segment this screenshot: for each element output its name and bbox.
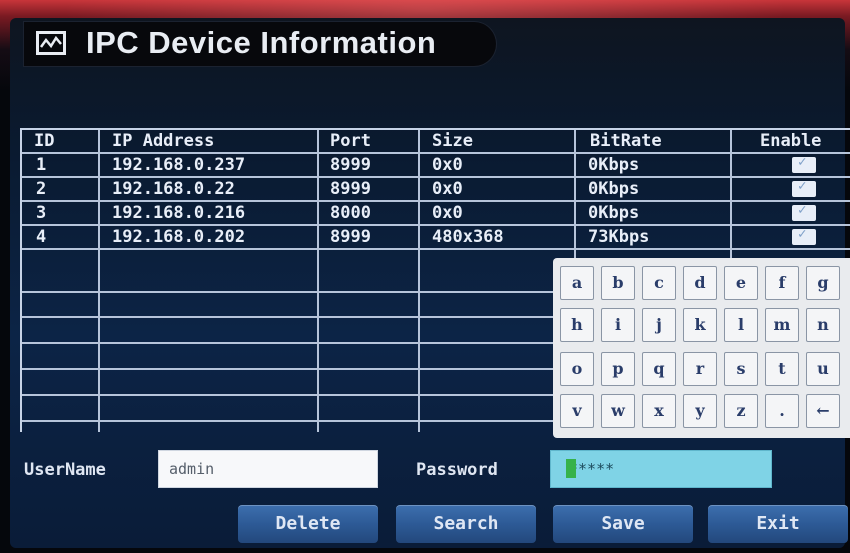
key-h[interactable]: h	[560, 308, 594, 342]
key-c[interactable]: c	[642, 266, 676, 300]
enable-checkbox[interactable]: ✓	[792, 202, 816, 221]
header-port: Port	[330, 131, 371, 151]
key-y[interactable]: y	[683, 394, 717, 428]
header-bitrate: BitRate	[590, 131, 662, 151]
save-button[interactable]: Save	[553, 505, 693, 543]
key-d[interactable]: d	[683, 266, 717, 300]
table-header: ID IP Address Port Size BitRate Enable	[22, 130, 850, 154]
cell-size: 0x0	[432, 155, 463, 175]
enable-checkbox[interactable]: ✓	[792, 178, 816, 197]
cell-size: 480x368	[432, 227, 504, 247]
username-label: UserName	[24, 460, 106, 480]
cell-size: 0x0	[432, 179, 463, 199]
key-p[interactable]: p	[601, 352, 635, 386]
search-button[interactable]: Search	[396, 505, 536, 543]
header-id: ID	[34, 131, 55, 151]
backspace-icon[interactable]: ←	[806, 394, 840, 428]
cell-ip: 192.168.0.202	[112, 227, 246, 247]
cell-bitrate: 0Kbps	[588, 179, 640, 199]
table-row[interactable]: 4 192.168.0.202 8999 480x368 73Kbps ✓	[22, 226, 850, 250]
enable-checkbox[interactable]: ✓	[792, 154, 816, 173]
enable-checkbox[interactable]: ✓	[792, 226, 816, 245]
delete-button[interactable]: Delete	[238, 505, 378, 543]
table-row[interactable]: 3 192.168.0.216 8000 0x0 0Kbps ✓	[22, 202, 850, 226]
header-enable: Enable	[760, 131, 822, 151]
key-s[interactable]: s	[724, 352, 758, 386]
table-row[interactable]: 1 192.168.0.237 8999 0x0 0Kbps ✓	[22, 154, 850, 178]
key-k[interactable]: k	[683, 308, 717, 342]
check-icon: ✓	[798, 226, 807, 242]
cell-id: 4	[36, 227, 47, 247]
header-size: Size	[432, 131, 473, 151]
key-a[interactable]: a	[560, 266, 594, 300]
password-label: Password	[416, 460, 498, 480]
text-cursor	[566, 459, 576, 478]
cell-id: 2	[36, 179, 47, 199]
cell-bitrate: 0Kbps	[588, 155, 640, 175]
cell-bitrate: 0Kbps	[588, 203, 640, 223]
cell-ip: 192.168.0.237	[112, 155, 246, 175]
exit-button[interactable]: Exit	[708, 505, 848, 543]
key-f[interactable]: f	[765, 266, 799, 300]
cell-port: 8999	[330, 227, 371, 247]
cell-ip: 192.168.0.22	[112, 179, 235, 199]
key-u[interactable]: u	[806, 352, 840, 386]
key-n[interactable]: n	[806, 308, 840, 342]
key-m[interactable]: m	[765, 308, 799, 342]
key-z[interactable]: z	[724, 394, 758, 428]
cell-ip: 192.168.0.216	[112, 203, 246, 223]
key-period[interactable]: .	[765, 394, 799, 428]
header-ip-address: IP Address	[112, 131, 215, 151]
cell-port: 8999	[330, 155, 371, 175]
cell-id: 1	[36, 155, 47, 175]
key-x[interactable]: x	[642, 394, 676, 428]
cell-id: 3	[36, 203, 47, 223]
key-e[interactable]: e	[724, 266, 758, 300]
key-t[interactable]: t	[765, 352, 799, 386]
check-icon: ✓	[798, 178, 807, 194]
cell-port: 8999	[330, 179, 371, 199]
chart-icon	[36, 31, 66, 55]
cell-port: 8000	[330, 203, 371, 223]
table-row[interactable]: 2 192.168.0.22 8999 0x0 0Kbps ✓	[22, 178, 850, 202]
password-field[interactable]: *****	[550, 450, 772, 488]
key-i[interactable]: i	[601, 308, 635, 342]
key-j[interactable]: j	[642, 308, 676, 342]
key-g[interactable]: g	[806, 266, 840, 300]
onscreen-keyboard: a b c d e f g h i j k l m n o p q r s t …	[553, 258, 850, 438]
key-v[interactable]: v	[560, 394, 594, 428]
check-icon: ✓	[798, 154, 807, 170]
cell-size: 0x0	[432, 203, 463, 223]
key-r[interactable]: r	[683, 352, 717, 386]
page-title: IPC Device Information	[86, 25, 437, 60]
key-o[interactable]: o	[560, 352, 594, 386]
check-icon: ✓	[798, 202, 807, 218]
key-w[interactable]: w	[601, 394, 635, 428]
key-q[interactable]: q	[642, 352, 676, 386]
key-l[interactable]: l	[724, 308, 758, 342]
cell-bitrate: 73Kbps	[588, 227, 650, 247]
username-field[interactable]: admin	[158, 450, 378, 488]
key-b[interactable]: b	[601, 266, 635, 300]
